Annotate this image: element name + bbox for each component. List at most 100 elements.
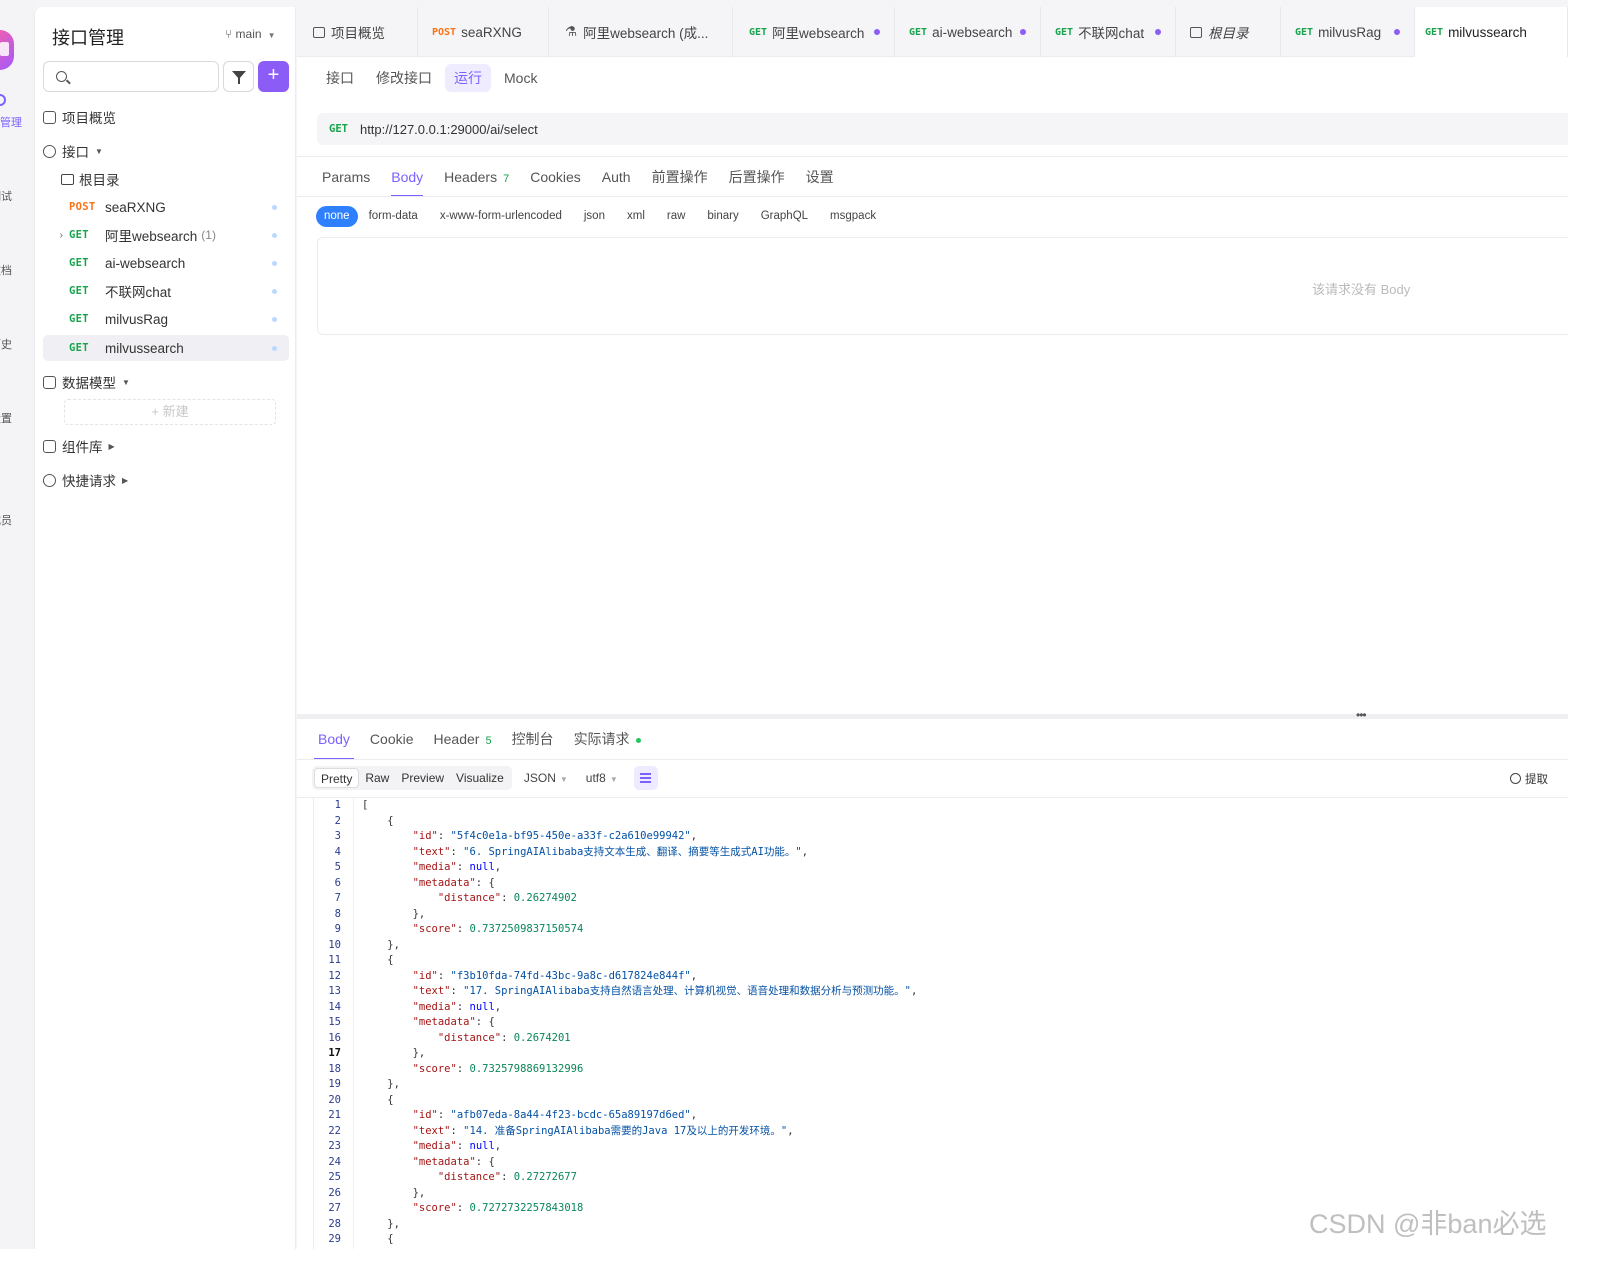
- view-mode-group: Pretty Raw Preview Visualize: [312, 766, 512, 790]
- url-bar[interactable]: GET http://127.0.0.1:29000/ai/select: [317, 113, 1568, 145]
- view-raw[interactable]: Raw: [359, 768, 395, 788]
- branch-name: main: [235, 27, 262, 41]
- tree-item-searxng[interactable]: POST seaRXNG: [43, 194, 289, 220]
- unsaved-dot: [1394, 29, 1400, 35]
- branch-selector[interactable]: ⑂ main ▼: [225, 27, 275, 41]
- url-input[interactable]: http://127.0.0.1:29000/ai/select: [360, 122, 538, 137]
- code-line: "score": 0.7325798869132996: [412, 1062, 584, 1075]
- tab-searxng[interactable]: POST seaRXNG: [418, 7, 549, 57]
- code-line: {: [362, 814, 394, 827]
- tab-overview[interactable]: 项目概览: [297, 7, 418, 57]
- subtab-edit[interactable]: 修改接口: [367, 64, 441, 92]
- panel-splitter[interactable]: •••: [297, 708, 1568, 722]
- body-type-xml[interactable]: xml: [616, 206, 656, 227]
- rail-item-test[interactable]: 测试: [0, 168, 24, 204]
- count-badge: 5: [485, 735, 492, 747]
- format-value: JSON: [523, 771, 556, 785]
- tab-ali-websearch[interactable]: GET 阿里websearch: [733, 7, 895, 57]
- body-type-none[interactable]: none: [316, 206, 358, 227]
- tab-ai-websearch[interactable]: GET ai-websearch: [895, 7, 1041, 57]
- subtab-mock[interactable]: Mock: [495, 64, 546, 92]
- tab-label: Body: [391, 169, 424, 185]
- body-type-binary[interactable]: binary: [696, 206, 749, 227]
- sidebar-item-overview[interactable]: 项目概览: [43, 104, 116, 130]
- response-code-viewer[interactable]: 1 2 3 4 5 6 7 8 9 10 11 12 13 14 15 16 17 18 19 20 21 22 23 24 2…: [313, 798, 1568, 1249]
- tab-milvusrag[interactable]: GET milvusRag: [1281, 7, 1415, 57]
- rail-label: 管理: [0, 117, 22, 129]
- response-tab-body[interactable]: Body: [314, 726, 354, 760]
- line-number: 22: [328, 1124, 341, 1137]
- tab-milvussearch[interactable]: GET milvussearch: [1415, 7, 1568, 57]
- tab-params[interactable]: Params: [322, 165, 370, 197]
- code-line: "score": 0.7372509837150574: [412, 923, 584, 935]
- filter-button[interactable]: [223, 61, 254, 92]
- tab-cookies[interactable]: Cookies: [530, 165, 581, 197]
- sidebar-item-apis[interactable]: 接口 ▼: [43, 138, 103, 164]
- response-tab-actual-request[interactable]: 实际请求: [574, 726, 641, 760]
- tab-body[interactable]: Body: [391, 165, 423, 197]
- subtab-api[interactable]: 接口: [317, 64, 363, 92]
- drag-handle-icon[interactable]: •••: [1356, 708, 1367, 722]
- sidebar-item-label: 数据模型: [62, 376, 116, 391]
- rail-item-history[interactable]: 历史: [0, 316, 24, 352]
- code-line: "distance": 0.26274902: [437, 892, 577, 904]
- line-number: 10: [328, 938, 341, 951]
- tab-settings[interactable]: 设置: [806, 165, 834, 197]
- word-wrap-button[interactable]: [633, 766, 658, 790]
- response-tab-header[interactable]: Header 5: [434, 726, 492, 760]
- tab-label: 不联网chat: [1078, 26, 1145, 41]
- extract-button[interactable]: 提取: [1510, 771, 1548, 787]
- line-number: 9: [334, 923, 341, 935]
- tab-label: milvussearch: [1448, 24, 1527, 40]
- body-type-form-data[interactable]: form-data: [358, 206, 429, 227]
- method-badge: GET: [749, 26, 768, 38]
- tree-item-label: milvussearch: [105, 340, 184, 356]
- count-badge: 7: [503, 173, 510, 185]
- tree-item-ai-websearch[interactable]: GET ai-websearch: [43, 250, 289, 276]
- view-visualize[interactable]: Visualize: [450, 768, 510, 788]
- rail-item-members[interactable]: 成员: [0, 500, 24, 528]
- sidebar-item-quick-requests[interactable]: 快捷请求 ▶: [43, 467, 128, 493]
- tab-auth[interactable]: Auth: [602, 165, 631, 197]
- tab-headers[interactable]: Headers 7: [444, 165, 509, 197]
- format-select[interactable]: JSON ▼: [524, 771, 568, 785]
- tab-nonet-chat[interactable]: GET 不联网chat: [1041, 7, 1176, 57]
- body-type-graphql[interactable]: GraphQL: [750, 206, 819, 227]
- method-select[interactable]: GET: [329, 123, 348, 135]
- view-preview[interactable]: Preview: [395, 768, 450, 788]
- tree-folder-root[interactable]: 根目录: [61, 166, 289, 192]
- tab-ali-websearch-case[interactable]: ⚗ 阿里websearch (成...: [549, 7, 733, 57]
- tab-post-ops[interactable]: 后置操作: [729, 165, 785, 197]
- method-badge: GET: [1295, 26, 1314, 38]
- encoding-select[interactable]: utf8 ▼: [586, 771, 618, 785]
- code-line: "metadata": {: [412, 1016, 495, 1028]
- tree-item-ali-websearch[interactable]: › GET 阿里websearch (1): [43, 222, 289, 248]
- rail-item-manage[interactable]: 管理: [0, 94, 34, 130]
- rail-item-settings[interactable]: 设置: [0, 390, 24, 426]
- body-type-json[interactable]: json: [573, 206, 616, 227]
- add-button[interactable]: +: [258, 61, 289, 92]
- view-pretty[interactable]: Pretty: [314, 768, 360, 788]
- rail-item-docs[interactable]: 文档: [0, 242, 24, 278]
- tree-item-nonet-chat[interactable]: GET 不联网chat: [43, 278, 289, 304]
- encoding-value: utf8: [585, 771, 606, 785]
- tab-root-folder[interactable]: 根目录: [1176, 7, 1281, 57]
- body-type-raw[interactable]: raw: [656, 206, 697, 227]
- chevron-right-icon[interactable]: ›: [43, 230, 69, 241]
- sidebar-item-components[interactable]: 组件库 ▶: [43, 433, 115, 459]
- search-input[interactable]: [43, 61, 219, 92]
- method-badge: GET: [69, 313, 89, 325]
- subtab-run[interactable]: 运行: [445, 64, 491, 92]
- body-type-msgpack[interactable]: msgpack: [819, 206, 887, 227]
- tree-item-milvusrag[interactable]: GET milvusRag: [43, 306, 289, 332]
- line-number: 18: [328, 1062, 341, 1075]
- response-tab-console[interactable]: 控制台: [512, 726, 554, 760]
- new-model-button[interactable]: + 新建: [64, 399, 276, 425]
- tab-pre-ops[interactable]: 前置操作: [652, 165, 708, 197]
- flask-icon: ⚗: [565, 24, 578, 39]
- tab-label: Cookies: [530, 169, 581, 185]
- response-tab-cookie[interactable]: Cookie: [370, 726, 414, 760]
- body-type-urlencoded[interactable]: x-www-form-urlencoded: [429, 206, 573, 227]
- tree-item-milvussearch[interactable]: GET milvussearch: [43, 335, 289, 361]
- sidebar-item-data-models[interactable]: 数据模型 ▼: [43, 369, 130, 395]
